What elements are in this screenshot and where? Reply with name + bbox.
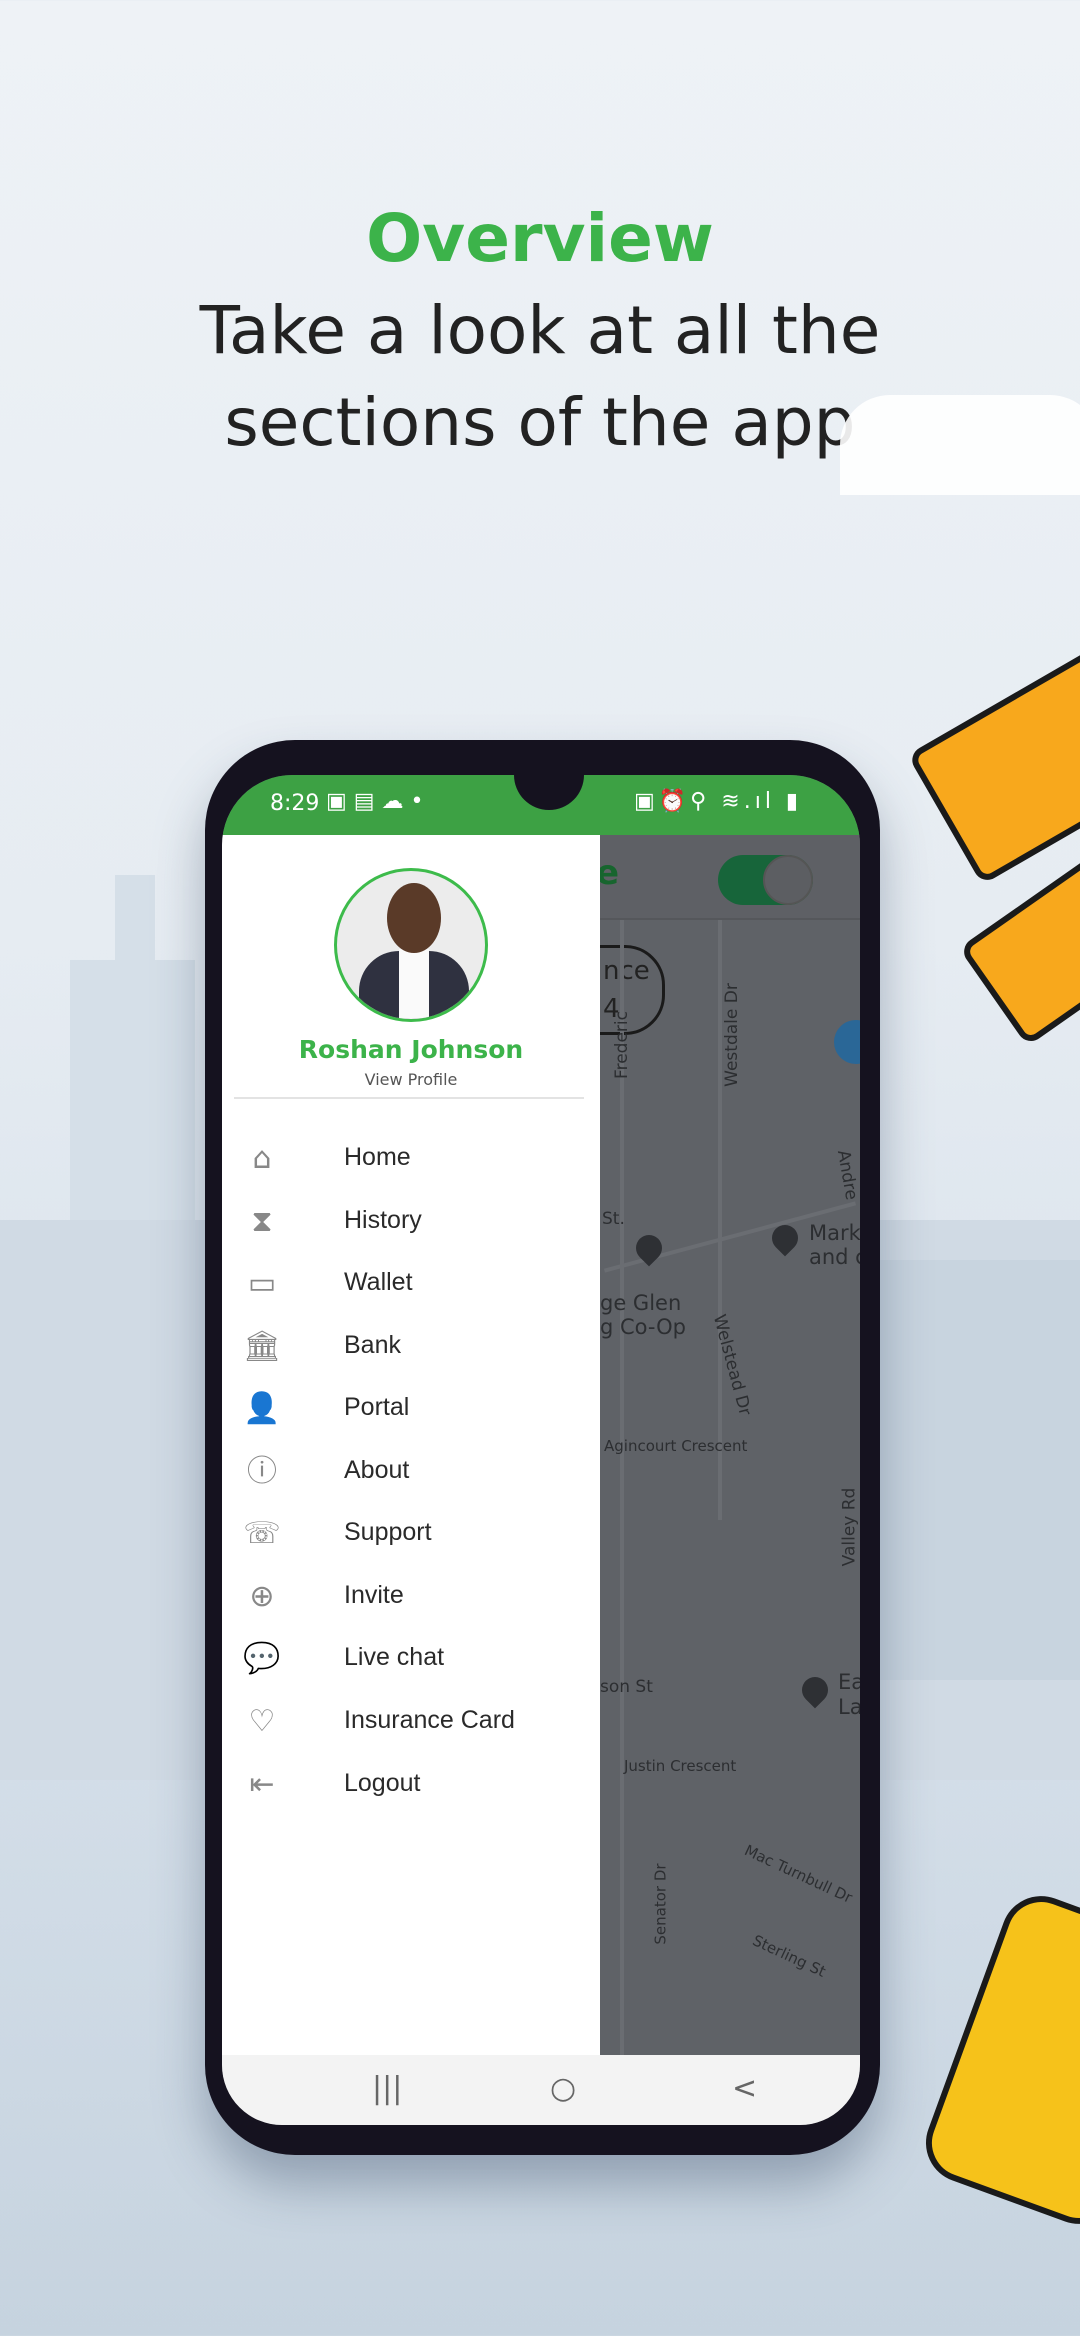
menu-label: Insurance Card bbox=[344, 1706, 515, 1734]
menu-label: Support bbox=[344, 1518, 432, 1546]
map-label: Agincourt Crescent bbox=[604, 1437, 748, 1455]
menu-item-invite[interactable]: ⊕ Invite bbox=[222, 1569, 600, 1625]
map-pin-icon[interactable] bbox=[796, 1671, 834, 1709]
menu-label: Live chat bbox=[344, 1643, 445, 1671]
subtitle-line-1: Take a look at all the bbox=[199, 292, 881, 369]
menu-label: Bank bbox=[344, 1331, 401, 1359]
home-icon: ⌂ bbox=[252, 1141, 272, 1176]
map-label: Welstead Dr bbox=[708, 1312, 755, 1418]
status-bar: 8:29 ▣ ▤ ☁ • ▣⏰⚲ ≋.ıl ▮ bbox=[222, 775, 860, 835]
navigation-drawer: Roshan Johnson View Profile ⌂ Home ⧗ Histo… bbox=[222, 835, 600, 2055]
info-icon: ⓘ bbox=[247, 1454, 277, 1489]
map-label: La bbox=[838, 1695, 860, 1719]
road bbox=[620, 920, 624, 2055]
map-label: Ea bbox=[838, 1670, 860, 1694]
status-right-icons: ▣⏰⚲ ≋.ıl ▮ bbox=[634, 789, 803, 814]
road-sign bbox=[907, 645, 1080, 885]
city-tower bbox=[115, 875, 155, 975]
logout-icon: ⇤ bbox=[249, 1767, 275, 1802]
pill-label: nce bbox=[603, 956, 650, 986]
warning-sign bbox=[914, 1884, 1080, 2236]
menu-label: History bbox=[344, 1206, 422, 1234]
menu-item-bank[interactable]: 🏛 Bank bbox=[222, 1319, 600, 1375]
map-label: Justin Crescent bbox=[624, 1757, 737, 1775]
menu-item-insurance-card[interactable]: ♡ Insurance Card bbox=[222, 1694, 600, 1750]
phone-screen: 8:29 ▣ ▤ ☁ • ▣⏰⚲ ≋.ıl ▮ e nce 4 Frederic… bbox=[222, 775, 860, 2125]
menu-item-wallet[interactable]: ▭ Wallet bbox=[222, 1256, 600, 1312]
menu-item-home[interactable]: ⌂ Home bbox=[222, 1131, 600, 1187]
status-time: 8:29 bbox=[270, 791, 320, 816]
invite-user-icon: ⊕ bbox=[249, 1579, 275, 1614]
hourglass-icon: ⧗ bbox=[251, 1204, 273, 1239]
map-label: Mark bbox=[809, 1221, 860, 1245]
menu-label: Logout bbox=[344, 1769, 421, 1797]
recents-button[interactable]: ||| bbox=[372, 2071, 402, 2106]
menu-item-history[interactable]: ⧗ History bbox=[222, 1194, 600, 1250]
map-label: Mac Turnbull Dr bbox=[741, 1841, 856, 1907]
map-label: St. bbox=[602, 1209, 625, 1229]
menu-label: Wallet bbox=[344, 1268, 413, 1296]
map-app-bar: e bbox=[596, 835, 860, 920]
map-label: Valley Rd bbox=[839, 1487, 860, 1567]
menu-item-about[interactable]: ⓘ About bbox=[222, 1444, 600, 1500]
map-view[interactable]: e nce 4 Frederic Westdale Dr Andre St. g… bbox=[560, 835, 860, 2055]
system-nav-bar: ||| ○ < bbox=[222, 2055, 860, 2125]
chat-icon: 💬 bbox=[243, 1641, 281, 1676]
back-button[interactable]: < bbox=[732, 2071, 757, 2106]
map-label: Andre bbox=[832, 1148, 860, 1202]
view-profile-link[interactable]: View Profile bbox=[222, 1070, 600, 1089]
home-button[interactable]: ○ bbox=[550, 2071, 576, 2106]
menu-label: About bbox=[344, 1456, 410, 1484]
user-name: Roshan Johnson bbox=[298, 1035, 524, 1064]
menu-label: Home bbox=[344, 1143, 411, 1171]
avatar-face bbox=[387, 883, 441, 953]
avatar-shirt bbox=[399, 949, 429, 1019]
menu-item-support[interactable]: ☏ Support bbox=[222, 1506, 600, 1562]
menu-item-logout[interactable]: ⇤ Logout bbox=[222, 1757, 600, 1813]
cloud bbox=[840, 395, 1080, 495]
map-label: son St bbox=[600, 1677, 653, 1697]
divider bbox=[234, 1097, 584, 1099]
map-label: Sterling St bbox=[749, 1931, 829, 1981]
city-building bbox=[880, 1260, 1080, 1680]
online-toggle[interactable] bbox=[718, 855, 813, 905]
status-left-icons: ▣ ▤ ☁ • bbox=[326, 789, 424, 814]
map-label: g Co-Op bbox=[600, 1315, 686, 1339]
support-24-icon: ☏ bbox=[243, 1516, 281, 1551]
menu-item-portal[interactable]: 👤 Portal bbox=[222, 1381, 600, 1437]
camera-notch bbox=[514, 775, 584, 810]
menu-label: Invite bbox=[344, 1581, 404, 1609]
map-label: ge Glen bbox=[600, 1291, 682, 1315]
map-label: Westdale Dr bbox=[721, 983, 742, 1087]
toggle-knob bbox=[763, 855, 813, 905]
wallet-icon: ▭ bbox=[247, 1266, 277, 1301]
avatar[interactable] bbox=[334, 868, 488, 1022]
map-label: and c bbox=[809, 1245, 860, 1269]
map-label: Senator Dr bbox=[651, 1863, 670, 1945]
overview-title: Overview bbox=[366, 200, 714, 277]
locate-me-button[interactable] bbox=[834, 1020, 860, 1064]
heart-icon: ♡ bbox=[248, 1704, 276, 1739]
menu-item-live-chat[interactable]: 💬 Live chat bbox=[222, 1631, 600, 1687]
map-label: Frederic bbox=[611, 1011, 632, 1079]
user-portal-icon: 👤 bbox=[243, 1391, 281, 1426]
bank-icon: 🏛 bbox=[242, 1329, 282, 1364]
menu-label: Portal bbox=[344, 1393, 410, 1421]
